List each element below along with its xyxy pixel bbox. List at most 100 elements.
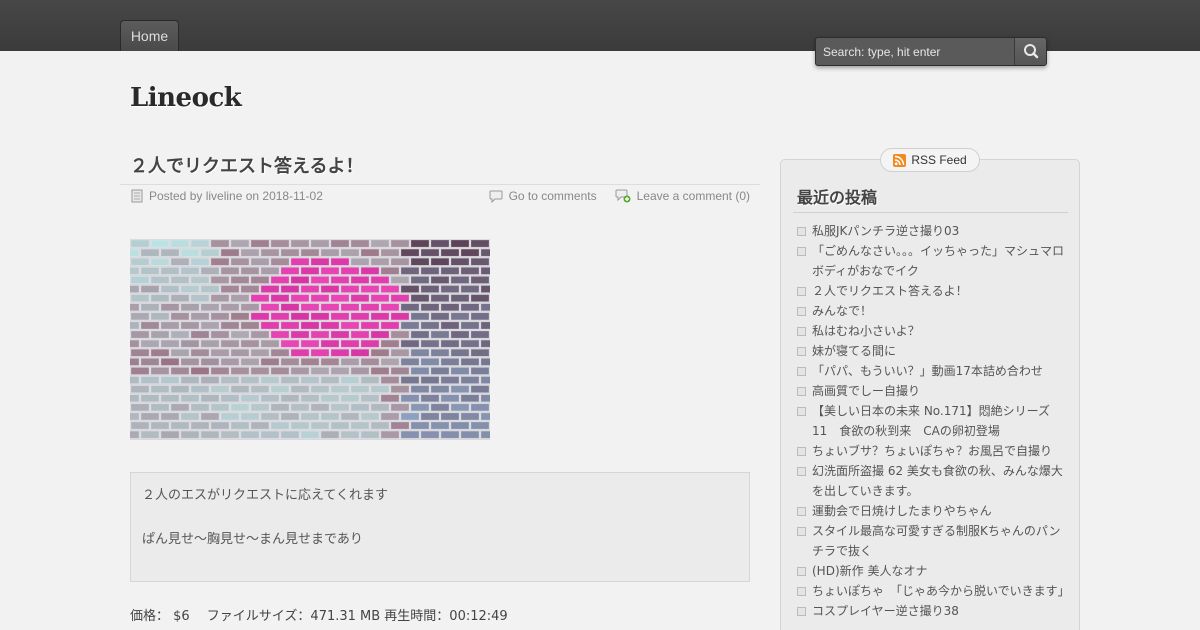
recent-post-item[interactable]: 【美しい日本の未来 No.171】悶絶シリーズ11 食欲の秋到来 CAの卵初登場 bbox=[796, 401, 1064, 441]
brick bbox=[290, 367, 310, 375]
brick bbox=[220, 303, 240, 312]
brick bbox=[330, 276, 350, 284]
site-title[interactable]: Lineock bbox=[130, 83, 242, 113]
recent-post-item[interactable]: 高画質でしー自撮り bbox=[796, 381, 1064, 401]
brick bbox=[450, 239, 470, 248]
recent-post-item[interactable]: 私はむね小さいよ？ bbox=[796, 321, 1064, 341]
brick bbox=[300, 285, 320, 293]
brick bbox=[130, 248, 140, 257]
brick bbox=[260, 321, 280, 330]
brick bbox=[340, 376, 360, 384]
recent-post-item[interactable]: 「ごめんなさい。。。イッちゃった」マシュマロボディがおなでイク bbox=[796, 241, 1064, 281]
brick bbox=[160, 248, 180, 257]
post-meta-right: Go to comments Leave a comment (0) bbox=[489, 189, 750, 203]
recent-post-item[interactable]: ちょいぽちゃ 「じゃあ今から脱いでいきます」 bbox=[796, 581, 1070, 601]
brick bbox=[230, 276, 250, 284]
recent-post-item[interactable]: 運動会で日焼けしたまりやちゃん bbox=[796, 501, 1064, 521]
brick bbox=[130, 412, 140, 421]
brick bbox=[310, 348, 330, 357]
brick bbox=[360, 430, 380, 439]
brick bbox=[190, 385, 210, 394]
recent-post-item[interactable]: 妹が寝てる間に bbox=[796, 341, 1064, 361]
recent-post-item[interactable]: ちょいブサ？ちょいぽちゃ？お風呂で自撮り bbox=[796, 441, 1064, 461]
brick-wall-image bbox=[130, 239, 490, 440]
recent-post-item[interactable]: みんなで！ bbox=[796, 301, 1064, 321]
brick bbox=[420, 376, 440, 384]
brick bbox=[460, 358, 480, 366]
recent-post-item[interactable]: ２人でリクエスト答えるよ！ bbox=[796, 281, 1064, 301]
brick bbox=[220, 358, 240, 366]
brick bbox=[160, 358, 180, 366]
rss-label: RSS Feed bbox=[911, 153, 967, 167]
leave-comment-link[interactable]: Leave a comment (0) bbox=[637, 189, 750, 203]
brick bbox=[250, 257, 270, 266]
recent-post-item[interactable]: スタイル最高な可愛すぎる制服Kちゃんのパンチラで抜く bbox=[796, 521, 1064, 561]
recent-post-item[interactable]: コスプレイヤー逆さ撮り38 bbox=[796, 601, 1064, 621]
brick bbox=[430, 367, 450, 375]
brick bbox=[180, 248, 200, 257]
brick bbox=[320, 321, 340, 330]
brick bbox=[410, 312, 430, 321]
brick bbox=[160, 339, 180, 348]
brick bbox=[240, 285, 260, 293]
brick bbox=[480, 285, 490, 293]
recent-post-item[interactable]: 「パパ、もういい？」動画17本詰め合わせ bbox=[796, 361, 1064, 381]
brick bbox=[250, 312, 270, 321]
brick bbox=[330, 421, 350, 430]
brick bbox=[210, 330, 230, 339]
brick bbox=[300, 339, 320, 348]
search-button[interactable] bbox=[1014, 38, 1046, 65]
brick bbox=[350, 348, 370, 357]
brick bbox=[440, 376, 460, 384]
brick bbox=[350, 257, 370, 266]
brick bbox=[350, 239, 370, 248]
magnifier-icon bbox=[1024, 44, 1039, 59]
brick bbox=[480, 266, 490, 275]
brick bbox=[130, 358, 140, 366]
go-to-comments-link[interactable]: Go to comments bbox=[509, 189, 597, 203]
nav-home-tab[interactable]: Home bbox=[120, 20, 179, 51]
brick bbox=[430, 257, 450, 266]
brick bbox=[310, 421, 330, 430]
brick bbox=[200, 376, 220, 384]
brick bbox=[270, 367, 290, 375]
brick bbox=[440, 321, 460, 330]
brick bbox=[260, 412, 280, 421]
brick bbox=[230, 421, 250, 430]
brick bbox=[310, 257, 330, 266]
recent-post-item[interactable]: 私服JKパンチラ逆さ撮り03 bbox=[796, 221, 1064, 241]
brick bbox=[400, 394, 420, 403]
recent-post-item[interactable]: 幻洗面所盗撮 62 美女も食欲の秋、みんな爆大を出していきます。 bbox=[796, 461, 1064, 501]
brick bbox=[470, 294, 490, 302]
brick bbox=[280, 358, 300, 366]
brick bbox=[240, 358, 260, 366]
recent-post-item[interactable]: (HD)新作 美人なオナ bbox=[796, 561, 1064, 581]
brick bbox=[240, 339, 260, 348]
post-meta: Posted by liveline on 2018-11-02 Go to c… bbox=[120, 184, 760, 210]
brick bbox=[450, 257, 470, 266]
brick bbox=[370, 421, 390, 430]
brick bbox=[130, 394, 140, 403]
brick bbox=[270, 421, 290, 430]
search-input[interactable] bbox=[816, 38, 1014, 65]
brick bbox=[280, 321, 300, 330]
brick bbox=[450, 421, 470, 430]
brick bbox=[340, 321, 360, 330]
brick bbox=[230, 348, 250, 357]
brick bbox=[460, 303, 480, 312]
brick bbox=[130, 385, 150, 394]
brick bbox=[130, 421, 150, 430]
brick bbox=[150, 385, 170, 394]
brick bbox=[360, 248, 380, 257]
brick bbox=[350, 294, 370, 302]
brick bbox=[290, 294, 310, 302]
brick bbox=[410, 239, 430, 248]
brick bbox=[400, 248, 420, 257]
brick bbox=[140, 303, 160, 312]
post-title[interactable]: ２人でリクエスト答えるよ！ bbox=[130, 152, 363, 178]
brick bbox=[180, 412, 200, 421]
brick bbox=[370, 257, 390, 266]
rss-feed-button[interactable]: RSS Feed bbox=[880, 148, 980, 172]
brick bbox=[200, 430, 220, 439]
brick bbox=[430, 330, 450, 339]
